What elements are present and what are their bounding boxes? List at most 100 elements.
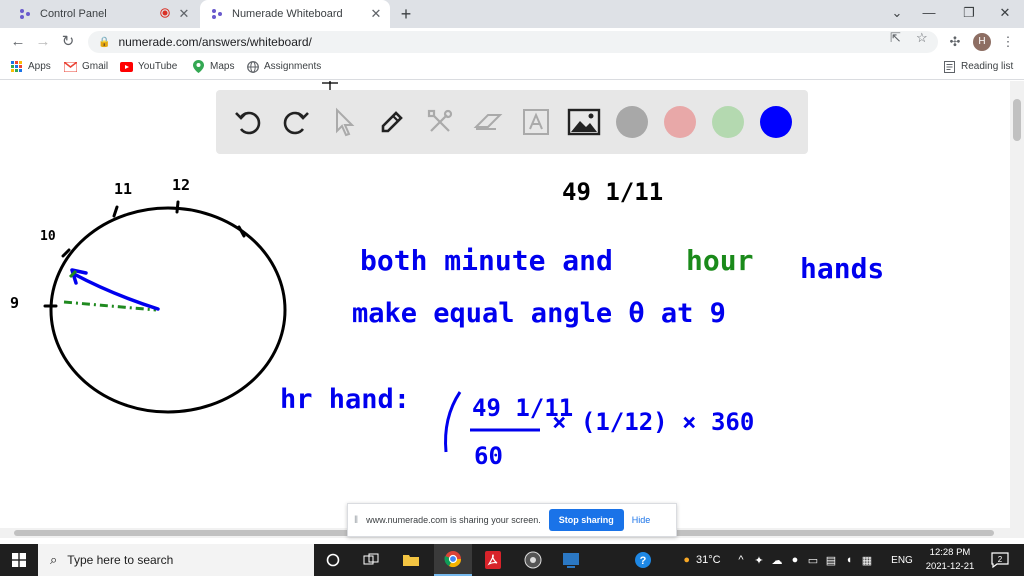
tools-wrench-icon[interactable] [422,104,458,140]
clock-label-10: 10 [40,229,56,244]
weather-sun-icon: ● [683,554,691,566]
clock-date: 2021-12-21 [925,561,975,572]
pen-icon[interactable] [374,104,410,140]
undo-icon[interactable] [230,104,266,140]
close-tab-icon[interactable]: ✕ [176,6,192,22]
chrome-taskbar-icon[interactable] [434,544,472,576]
profile-avatar[interactable]: H [973,33,991,51]
reading-list-label: Reading list [961,61,1014,72]
share-page-icon[interactable]: ⇱ [890,30,901,46]
bookmark-label: Maps [210,61,235,72]
minimize-button[interactable]: — [910,0,948,28]
reload-icon[interactable]: ↻ [58,32,78,52]
hide-share-button[interactable]: Hide [632,515,651,525]
tab-numerade-whiteboard[interactable]: Numerade Whiteboard ✕ [200,0,390,28]
stop-sharing-button[interactable]: Stop sharing [548,509,624,531]
battery-icon[interactable]: ▭ [806,544,820,576]
back-icon[interactable]: ← [8,32,28,52]
taskbar-search-input[interactable]: ⌕ Type here to search [38,544,314,576]
volume-icon[interactable]: ◖ [842,544,856,576]
bookmark-label: Assignments [264,61,322,72]
taskbar-clock[interactable]: 12:28 PM 2021-12-21 [918,546,982,574]
restore-button[interactable]: ❐ [950,0,988,28]
bookmark-star-icon[interactable]: ☆ [916,30,928,46]
svg-text:?: ? [640,555,647,567]
reading-list-button[interactable]: Reading list [943,60,1013,73]
bookmark-youtube[interactable]: YouTube [120,60,177,73]
formula-rest: × (1/12) × 360 [552,408,754,436]
forward-icon[interactable]: → [33,32,53,52]
maps-icon [192,60,205,73]
tab-control-panel[interactable]: Control Panel ✕ [8,0,198,28]
globe-icon [246,60,259,73]
whiteboard-toolbar [216,90,808,154]
tab-strip: Control Panel ✕ Numerade Whiteboard ✕ + … [0,0,1024,28]
scrollbar-thumb[interactable] [1013,99,1021,141]
bookmark-assignments[interactable]: Assignments [246,60,321,73]
color-swatch-gray[interactable] [616,106,648,138]
address-bar[interactable]: 🔒 numerade.com/answers/whiteboard/ [88,31,938,53]
task-view-icon[interactable] [352,544,390,576]
keyboard-icon[interactable]: ▦ [860,544,874,576]
network-icon[interactable]: ▤ [824,544,838,576]
close-tab-icon[interactable]: ✕ [368,6,384,22]
color-swatch-blue[interactable] [760,106,792,138]
windows-start-icon[interactable] [0,544,38,576]
note-line-2: make equal angle θ at 9 [352,298,726,329]
new-tab-button[interactable]: + [396,4,416,24]
acrobat-icon[interactable] [474,544,512,576]
clock-circle [49,206,287,414]
search-icon: ⌕ [50,552,58,567]
dropbox-icon[interactable]: ✦ [752,544,766,576]
browser-toolbar: ← → ↻ 🔒 numerade.com/answers/whiteboard/… [0,28,1024,56]
drag-handle-icon[interactable]: ‖ [354,515,358,526]
tab-label: Numerade Whiteboard [232,8,343,20]
extensions-puzzle-icon[interactable]: ✣ [945,32,965,52]
bookmark-apps[interactable]: Apps [10,60,51,73]
note-line-1c: hands [800,252,884,285]
bookmarks-bar: Apps Gmail YouTube Maps Assignments Read… [0,56,1024,80]
apps-grid-icon [10,60,23,73]
formula-denominator: 60 [474,442,503,470]
bookmark-maps[interactable]: Maps [192,60,234,73]
cortana-icon[interactable] [314,544,352,576]
cloud-icon[interactable]: ☁ [770,544,784,576]
top-time-text: 49 1/11 [562,178,663,206]
media-player-icon[interactable] [514,544,552,576]
formula-paren-open [444,391,462,453]
color-swatch-pink[interactable] [664,106,696,138]
image-tool-icon[interactable] [566,104,602,140]
color-swatch-green[interactable] [712,106,744,138]
weather-widget[interactable]: ● 31°C [672,544,732,576]
screen-recorder-icon[interactable] [552,544,590,576]
vertical-scrollbar[interactable] [1010,81,1024,538]
eraser-icon[interactable] [470,104,506,140]
search-placeholder: Type here to search [67,553,174,567]
clock-label-12: 12 [172,176,190,194]
bookmark-label: YouTube [138,61,178,72]
url-text: numerade.com/answers/whiteboard/ [118,35,312,49]
windows-taskbar: ⌕ Type here to search ? ● 31°C ^ ✦ ☁ ● ▭… [0,544,1024,576]
tray-overflow-chevron-icon[interactable]: ^ [734,544,748,576]
help-icon[interactable]: ? [628,544,658,576]
numerade-favicon-icon [210,7,224,21]
language-indicator[interactable]: ENG [888,544,916,576]
bookmark-label: Apps [28,61,51,72]
crosshair-cursor-icon [322,81,338,90]
youtube-icon [120,60,133,73]
weather-temperature: 31°C [696,554,721,566]
close-window-button[interactable]: ✕ [986,0,1024,28]
gmail-icon [64,60,77,73]
redo-icon[interactable] [278,104,314,140]
file-explorer-icon[interactable] [392,544,430,576]
notification-count: 2 [998,555,1003,564]
formula-label: hr hand: [280,384,410,415]
microphone-icon[interactable]: ● [788,544,802,576]
bookmark-gmail[interactable]: Gmail [64,60,108,73]
share-message: www.numerade.com is sharing your screen. [366,515,541,525]
pointer-arrow-icon[interactable] [326,104,362,140]
tab-label: Control Panel [40,8,107,20]
menu-kebab-icon[interactable]: ⋮ [998,32,1018,52]
notification-center-icon[interactable]: 2 [988,544,1012,576]
text-tool-icon[interactable] [518,104,554,140]
